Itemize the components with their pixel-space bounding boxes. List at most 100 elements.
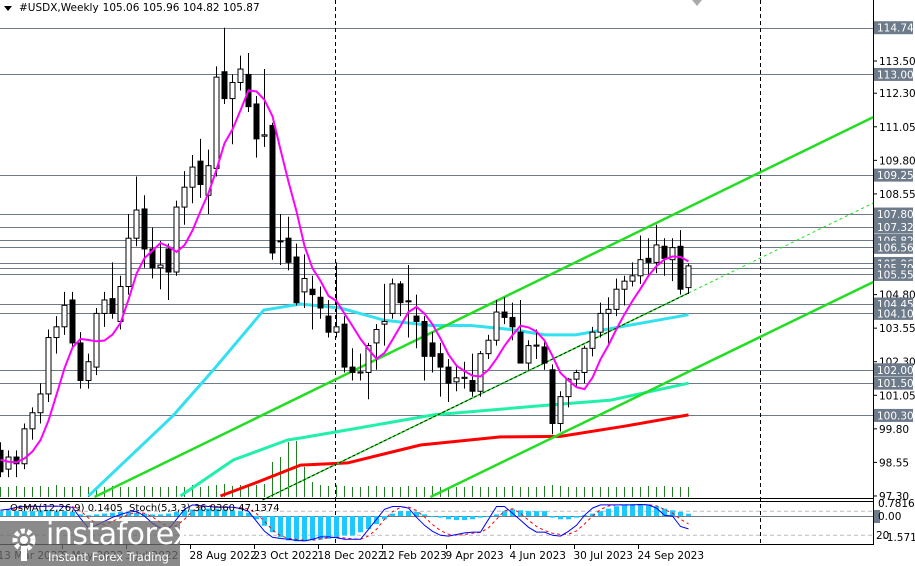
- level-label: 104.10: [877, 308, 914, 320]
- candle-bearish: [661, 245, 668, 259]
- horizontal-levels: [0, 28, 873, 416]
- osma-bar: [686, 513, 691, 516]
- price-tick-label: 103.55: [879, 323, 915, 335]
- candle-bullish: [261, 134, 268, 137]
- chart-shift-marker[interactable]: [692, 0, 702, 6]
- level-label: 100.30: [877, 410, 914, 422]
- candle-bullish: [301, 277, 308, 293]
- date-tick-label: 9 Apr 2023: [446, 550, 504, 562]
- candle-bullish: [453, 377, 460, 383]
- candle-bullish: [581, 347, 588, 373]
- level-label: 106.56: [877, 242, 914, 254]
- candle-bullish: [525, 345, 532, 364]
- candle-bullish: [125, 237, 132, 288]
- candle-bearish: [469, 380, 476, 392]
- price-tick-label: 98.55: [879, 457, 909, 469]
- candle-bearish: [349, 366, 356, 373]
- level-label: 102.00: [877, 365, 914, 377]
- level-label: 107.32: [877, 222, 914, 234]
- candle-bearish: [645, 257, 652, 263]
- candle-bullish: [157, 264, 164, 269]
- candle-bullish: [181, 186, 188, 208]
- candle-bullish: [381, 320, 388, 325]
- level-label: 113.00: [877, 69, 914, 81]
- candle-bearish: [165, 248, 172, 273]
- osma-bar: [606, 508, 611, 516]
- osma-bar: [526, 511, 531, 516]
- level-label: 105.55: [877, 269, 914, 281]
- osma-bar: [430, 516, 435, 517]
- candle-bearish: [77, 342, 84, 382]
- osma-bar: [558, 516, 563, 520]
- candle-bullish: [373, 329, 380, 344]
- date-tick-label: 24 Sep 2023: [638, 550, 705, 562]
- osma-bar: [0, 511, 3, 516]
- candle-bearish: [445, 366, 452, 384]
- date-tick-label: 28 Aug 2022: [190, 550, 257, 562]
- moving-averages: [87, 302, 689, 498]
- candle-bearish: [413, 315, 420, 322]
- moving-average-teal: [179, 381, 689, 498]
- candle-bullish: [461, 376, 468, 379]
- candle-bearish: [341, 323, 348, 368]
- candle-bearish: [397, 283, 404, 304]
- candle-bearish: [541, 346, 548, 364]
- candle-bullish: [597, 312, 604, 333]
- candle-bearish: [437, 353, 444, 368]
- osma-bar: [462, 516, 467, 521]
- osma-bar: [534, 511, 539, 516]
- price-tick-label: 113.50: [879, 56, 915, 68]
- osma-bar: [302, 516, 307, 542]
- candle-bullish: [589, 331, 596, 349]
- osma-bar: [446, 516, 451, 520]
- candle-bearish: [421, 320, 428, 357]
- moving-average-red: [219, 413, 689, 498]
- osma-bar: [390, 513, 395, 516]
- candle-bearish: [309, 288, 316, 296]
- osma-bar: [478, 516, 483, 518]
- candle-bearish: [509, 316, 516, 328]
- date-tick-label: 12 Feb 2023: [382, 550, 447, 562]
- candle-bullish: [101, 299, 108, 314]
- candle-bearish: [141, 208, 148, 250]
- osma-bar: [422, 514, 427, 516]
- vertical-dashed-lines: [335, 0, 761, 545]
- osma-bar: [270, 516, 275, 533]
- indicator-label: OsMA(12,26,9) 0.1405 Stoch(5,3,3) 36.036…: [10, 503, 280, 514]
- fast-moving-average: [0, 89, 689, 464]
- indicator-tick-label: 0.00: [878, 511, 901, 523]
- logo-tagline: Instant Forex Trading: [48, 550, 169, 564]
- candle-bearish: [501, 311, 508, 318]
- candle-bearish: [325, 315, 332, 333]
- price-tick-label: 111.05: [879, 122, 915, 134]
- osma-bar: [502, 511, 507, 516]
- candle-bearish: [109, 298, 116, 314]
- candle-bullish: [133, 209, 140, 239]
- osma-bar: [326, 516, 331, 539]
- candle-bearish: [269, 124, 276, 254]
- candle-bullish: [29, 412, 36, 430]
- osma-bar: [678, 511, 683, 516]
- candle-bullish: [189, 166, 196, 188]
- candle-bullish: [45, 337, 52, 395]
- candle-bullish: [629, 275, 636, 282]
- osma-bar: [150, 514, 155, 516]
- candle-bearish: [429, 342, 436, 357]
- level-label: 107.80: [877, 209, 914, 221]
- level-label: 109.25: [877, 170, 914, 182]
- date-tick-label: 4 Jun 2023: [510, 550, 566, 562]
- indicator-tick-label: 0.7816: [878, 498, 915, 510]
- level-label: 114.74: [877, 23, 914, 35]
- dropdown-triangle-icon[interactable]: [4, 5, 12, 11]
- osma-bar: [158, 514, 163, 516]
- candle-bullish: [485, 339, 492, 355]
- fast-ma: [0, 89, 689, 464]
- osma-bar: [286, 516, 291, 541]
- osma-bar: [470, 516, 475, 520]
- candle-bullish: [685, 265, 692, 289]
- osma-bar: [398, 511, 403, 516]
- price-chart[interactable]: 113.50112.30111.05109.80108.55104.80103.…: [0, 0, 915, 566]
- candle-bullish: [173, 206, 180, 273]
- candle-bullish: [557, 396, 564, 424]
- volume-bars: [0, 441, 689, 497]
